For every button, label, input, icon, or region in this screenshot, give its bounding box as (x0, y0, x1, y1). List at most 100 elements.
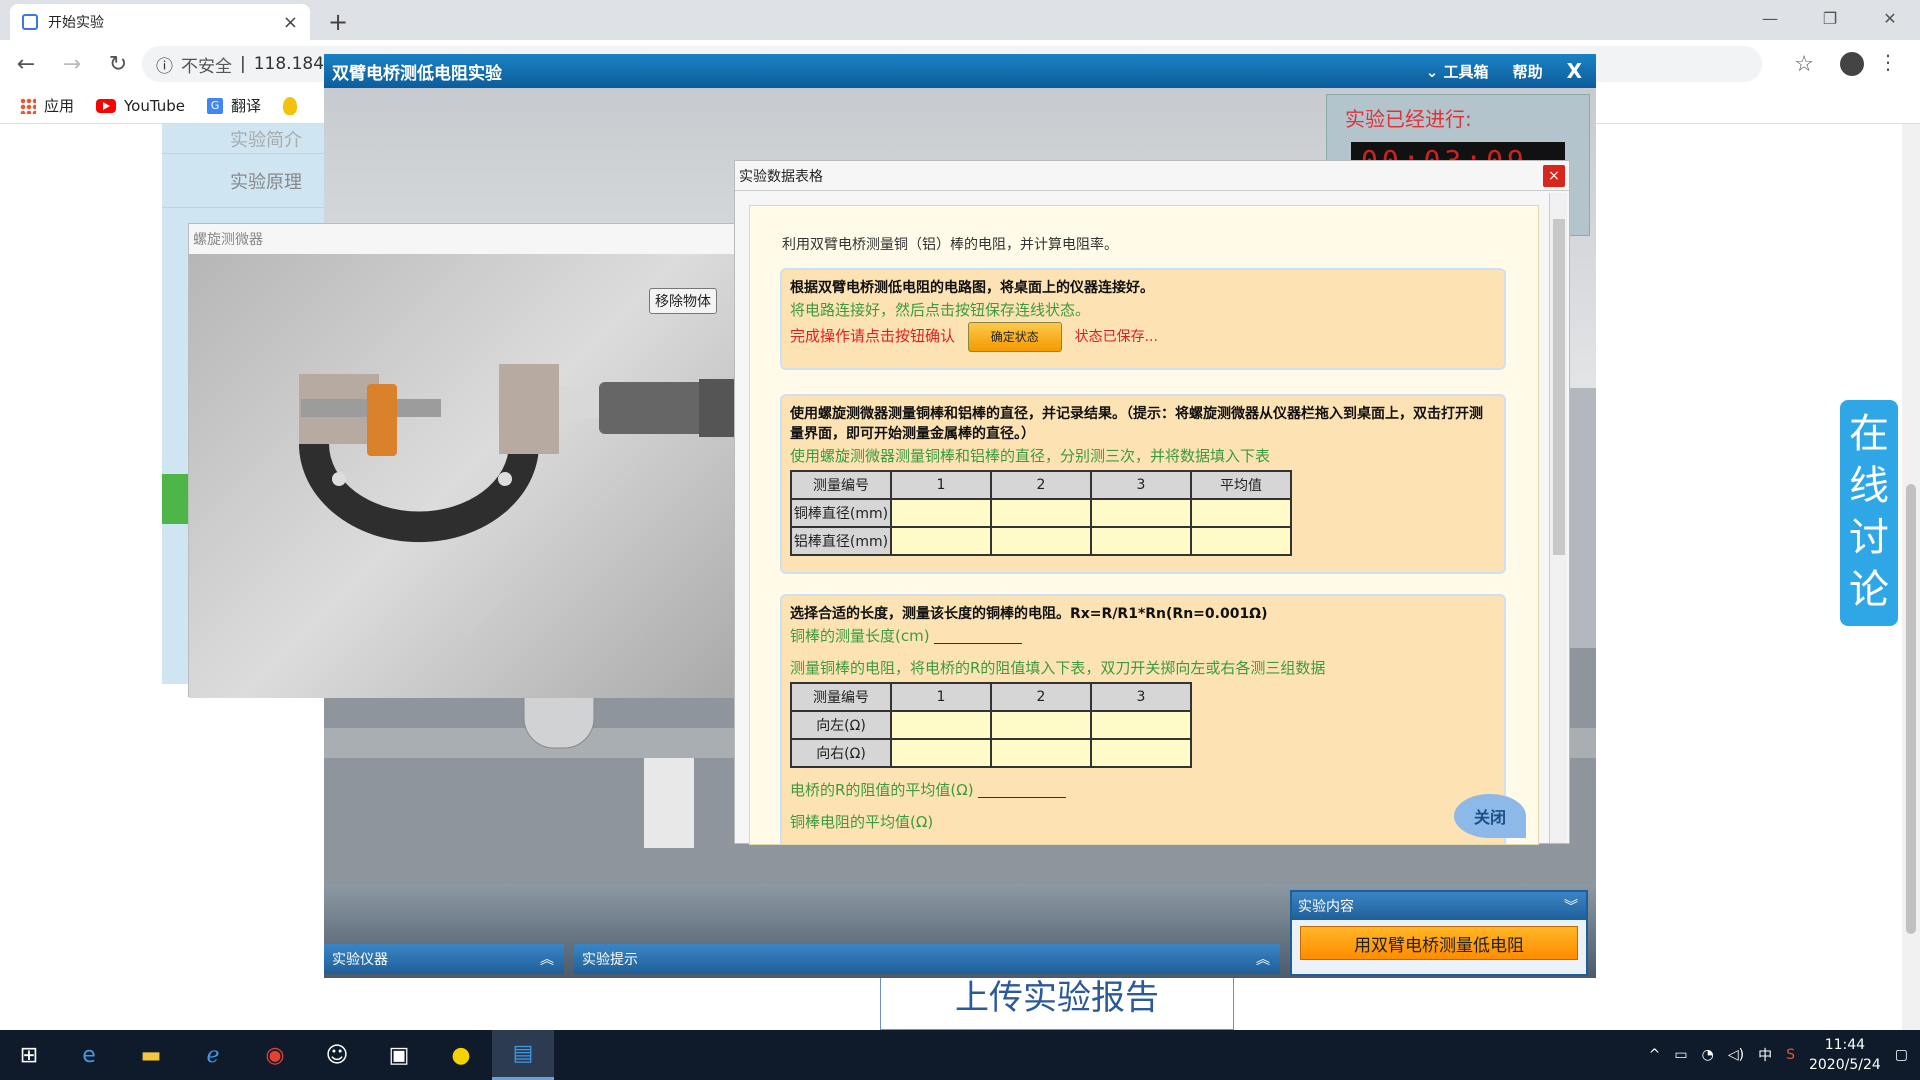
copper-diameter-avg-input[interactable] (1190, 498, 1292, 528)
section-resistance: 选择合适的长度，测量该长度的铜棒的电阻。Rx=R/R1*Rn(Rn=0.001Ω… (780, 594, 1506, 844)
bookmark-apps[interactable]: 应用 (20, 95, 74, 116)
window-close-icon[interactable]: ✕ (1860, 0, 1920, 36)
ie-icon[interactable]: ℯ (182, 1030, 244, 1080)
profile-avatar[interactable] (1840, 52, 1864, 76)
browser-tab[interactable]: 开始实验 × (10, 4, 310, 40)
page-scrollbar-thumb[interactable] (1906, 484, 1916, 934)
close-badge-button[interactable]: 关闭 (1454, 794, 1526, 838)
active-window-icon[interactable]: ▤ (492, 1030, 554, 1080)
instruments-panel-bar[interactable]: 实验仪器 ︽ (324, 944, 564, 974)
left-r-2-input[interactable] (990, 710, 1092, 740)
section1-hint: 将电路连接好，然后点击按钮保存连线状态。 (790, 301, 1091, 319)
section-circuit: 根据双臂电桥测低电阻的电路图，将桌面上的仪器连接好。 将电路连接好，然后点击按钮… (780, 268, 1506, 370)
toolbox-button[interactable]: ⌄ 工具箱 (1426, 61, 1489, 82)
clock[interactable]: 11:44 2020/5/24 (1809, 1035, 1881, 1075)
table-row: 铜棒直径(mm) (790, 498, 1292, 528)
toolbox-label: 工具箱 (1443, 62, 1489, 81)
bookmark-bulb[interactable] (283, 96, 298, 115)
network-icon[interactable]: ◔ (1702, 1047, 1714, 1063)
data-dialog-scrollbar-thumb[interactable] (1553, 219, 1565, 555)
aluminum-diameter-1-input[interactable] (890, 526, 992, 556)
aluminum-diameter-avg-input[interactable] (1190, 526, 1292, 556)
table-header: 2 (990, 470, 1092, 500)
sogou-icon[interactable]: S (1786, 1047, 1795, 1063)
expand-up-icon[interactable]: ︽ (1256, 949, 1280, 969)
timer-label: 实验已经进行: (1345, 107, 1472, 131)
ime-indicator[interactable]: 中 (1758, 1045, 1772, 1065)
copper-diameter-3-input[interactable] (1090, 498, 1192, 528)
length-input[interactable] (934, 630, 1023, 644)
section3-hint: 测量铜棒的电阻，将电桥的R的阻值填入下表，双刀开关掷向左或右各测三组数据 (790, 659, 1326, 677)
help-button[interactable]: 帮助 (1513, 61, 1543, 82)
restore-icon[interactable]: ❐ (1800, 0, 1860, 36)
collapse-down-icon[interactable]: ︾ (1564, 896, 1586, 916)
file-explorer-icon[interactable]: ▬ (120, 1030, 182, 1080)
youtube-icon (96, 98, 117, 113)
experiment-close-button[interactable]: X (1567, 59, 1582, 83)
browser-menu-icon[interactable]: ⋮ (1878, 50, 1898, 74)
avg-r-input[interactable] (978, 784, 1067, 798)
aluminum-diameter-3-input[interactable] (1090, 526, 1192, 556)
remove-object-button[interactable]: 移除物体 (649, 288, 717, 314)
active-menu-marker (162, 474, 188, 524)
left-r-1-input[interactable] (890, 710, 992, 740)
menu-item-principle[interactable]: 实验原理 (162, 154, 324, 208)
instruments-label: 实验仪器 (332, 952, 388, 968)
bookmark-label: 应用 (44, 97, 75, 115)
measure-low-resistance-button[interactable]: 用双臂电桥测量低电阻 (1300, 926, 1578, 960)
reload-icon[interactable]: ↻ (104, 52, 132, 77)
volume-icon[interactable]: ◁) (1728, 1047, 1744, 1063)
copper-diameter-2-input[interactable] (990, 498, 1092, 528)
battery-icon[interactable]: ▭ (1674, 1047, 1687, 1063)
chrome-icon[interactable]: ◉ (244, 1030, 306, 1080)
tab-close-icon[interactable]: × (283, 12, 298, 33)
table-row: 向右(Ω) (790, 738, 1192, 768)
expand-up-icon[interactable]: ︽ (540, 949, 564, 969)
left-r-3-input[interactable] (1090, 710, 1192, 740)
right-r-1-input[interactable] (890, 738, 992, 768)
section1-confirm-row: 完成操作请点击按钮确认 确定状态 状态已保存... (790, 322, 1496, 352)
new-tab-icon[interactable]: + (328, 8, 348, 36)
aluminum-diameter-2-input[interactable] (990, 526, 1092, 556)
micrometer-graphic[interactable] (189, 254, 737, 698)
online-discussion-button[interactable]: 在线讨论 (1840, 400, 1898, 626)
table-header: 测量编号 (790, 470, 892, 500)
bookmark-youtube[interactable]: YouTube (96, 97, 185, 115)
table-header: 平均值 (1190, 470, 1292, 500)
row-label: 向右(Ω) (790, 738, 892, 768)
data-dialog-scrollbar[interactable] (1549, 193, 1567, 843)
camera-app-icon[interactable]: ▣ (368, 1030, 430, 1080)
page-scrollbar[interactable] (1902, 124, 1920, 1030)
data-dialog-header: 实验数据表格 (735, 161, 1569, 191)
forward-icon[interactable]: → (58, 52, 86, 77)
data-dialog-close-button[interactable]: × (1543, 165, 1565, 187)
confirm-state-button[interactable]: 确定状态 (967, 322, 1062, 352)
edge-icon[interactable]: e (58, 1030, 120, 1080)
copper-diameter-1-input[interactable] (890, 498, 992, 528)
data-table-dialog: 实验数据表格 × 利用双臂电桥测量铜（铝）棒的电阻，并计算电阻率。 根据双臂电桥… (734, 160, 1570, 845)
minimize-icon[interactable]: — (1740, 0, 1800, 36)
robot-app-icon[interactable]: ☺ (306, 1030, 368, 1080)
taskbar: ⊞ e ▬ ℯ ◉ ☺ ▣ ● ▤ ^ ▭ ◔ ◁) 中 S 11:44 202… (0, 1030, 1920, 1080)
table-header: 3 (1090, 470, 1192, 500)
hints-panel-bar[interactable]: 实验提示 ︽ (574, 944, 1280, 974)
row-label: 铜棒直径(mm) (790, 498, 892, 528)
right-r-3-input[interactable] (1090, 738, 1192, 768)
micrometer-dialog: 螺旋测微器 移除物体 (188, 223, 737, 698)
table-row: 向左(Ω) (790, 710, 1192, 740)
content-panel: 实验内容 ︾ 用双臂电桥测量低电阻 (1290, 890, 1588, 976)
tray-expand-icon[interactable]: ^ (1649, 1047, 1661, 1063)
section2-hint: 使用螺旋测微器测量铜棒和铝棒的直径，分别测三次，并将数据填入下表 (790, 447, 1271, 465)
bookmark-translate[interactable]: G 翻译 (207, 95, 261, 116)
right-r-2-input[interactable] (990, 738, 1092, 768)
music-app-icon[interactable]: ● (430, 1030, 492, 1080)
window-controls: — ❐ ✕ (1740, 0, 1920, 36)
info-icon[interactable]: ⓘ (156, 52, 173, 77)
section-diameter: 使用螺旋测微器测量铜棒和铝棒的直径，并记录结果。（提示：将螺旋测微器从仪器栏拖入… (780, 394, 1506, 574)
notification-icon[interactable]: ▢ (1895, 1047, 1908, 1063)
menu-item-intro[interactable]: 实验简介 (162, 124, 324, 154)
section2-instruction: 使用螺旋测微器测量铜棒和铝棒的直径，并记录结果。（提示：将螺旋测微器从仪器栏拖入… (790, 406, 1483, 442)
back-icon[interactable]: ← (12, 52, 40, 77)
bookmark-star-icon[interactable]: ☆ (1794, 52, 1814, 77)
windows-start-icon[interactable]: ⊞ (0, 1043, 58, 1068)
